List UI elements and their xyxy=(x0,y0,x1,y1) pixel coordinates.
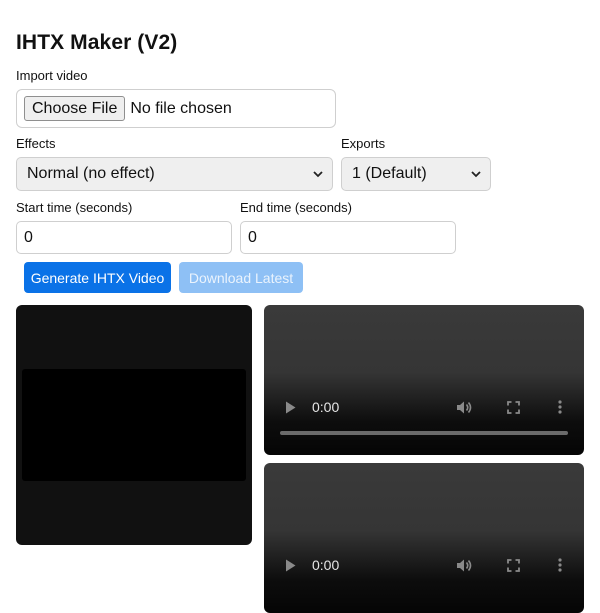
volume-icon[interactable] xyxy=(455,399,473,415)
video-time: 0:00 xyxy=(312,399,340,415)
effects-label: Effects xyxy=(16,136,56,151)
start-time-input[interactable]: 0 xyxy=(16,221,232,254)
preview-canvas xyxy=(22,369,246,481)
video-player-1[interactable]: 0:00 xyxy=(264,305,584,455)
chevron-down-icon xyxy=(471,171,481,178)
download-latest-button[interactable]: Download Latest xyxy=(179,262,303,293)
end-time-input[interactable]: 0 xyxy=(240,221,456,254)
file-input[interactable]: Choose File No file chosen xyxy=(16,89,336,128)
start-time-label: Start time (seconds) xyxy=(16,200,133,215)
seek-bar[interactable] xyxy=(280,431,568,435)
import-video-label: Import video xyxy=(16,68,88,83)
choose-file-button[interactable]: Choose File xyxy=(24,96,126,121)
preview-panel xyxy=(16,305,252,545)
fullscreen-icon[interactable] xyxy=(506,400,520,414)
volume-icon[interactable] xyxy=(455,557,473,573)
generate-video-button[interactable]: Generate IHTX Video xyxy=(24,262,171,293)
file-status-text: No file chosen xyxy=(130,99,232,117)
end-time-label: End time (seconds) xyxy=(240,200,352,215)
effects-select[interactable]: Normal (no effect) xyxy=(16,157,333,191)
more-options-icon[interactable] xyxy=(557,557,563,573)
exports-label: Exports xyxy=(341,136,386,151)
exports-selected-value: 1 (Default) xyxy=(352,165,427,182)
start-time-value: 0 xyxy=(24,228,33,246)
video-time: 0:00 xyxy=(312,557,340,573)
fullscreen-icon[interactable] xyxy=(506,558,520,572)
exports-select[interactable]: 1 (Default) xyxy=(341,157,491,191)
play-icon[interactable] xyxy=(284,400,296,414)
effects-selected-value: Normal (no effect) xyxy=(27,165,155,182)
page-title: IHTX Maker (V2) xyxy=(16,31,178,54)
play-icon[interactable] xyxy=(284,558,296,572)
chevron-down-icon xyxy=(313,171,323,178)
end-time-value: 0 xyxy=(248,228,257,246)
more-options-icon[interactable] xyxy=(557,399,563,415)
video-player-2[interactable]: 0:00 xyxy=(264,463,584,613)
